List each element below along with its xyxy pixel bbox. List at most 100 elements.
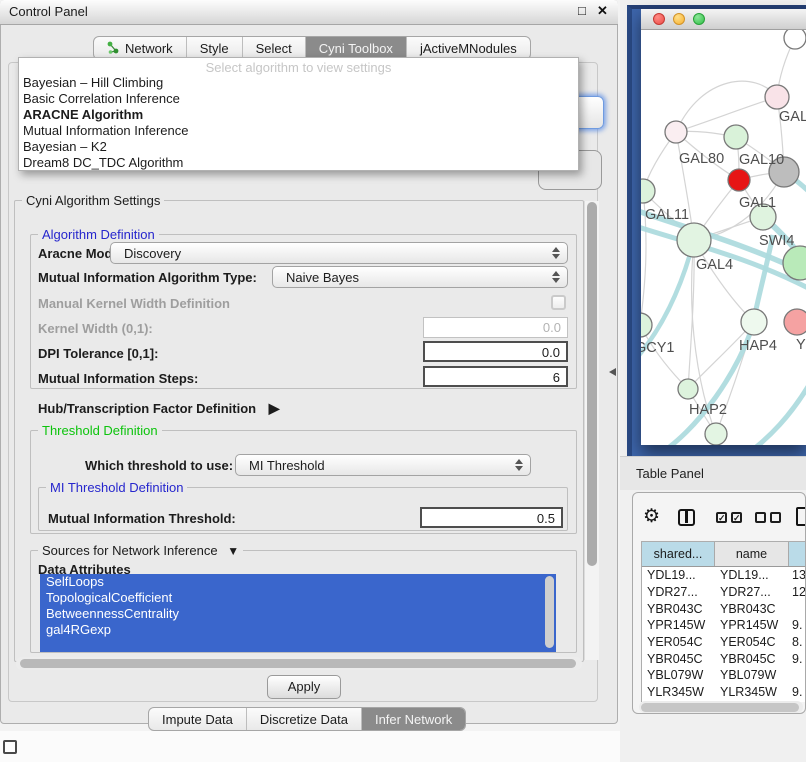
scrollbar-thumb[interactable] xyxy=(641,703,799,712)
control-panel-titlebar: Control Panel □ ✕ xyxy=(0,0,618,25)
node[interactable] xyxy=(641,313,652,337)
node[interactable] xyxy=(678,379,698,399)
network-tab-icon xyxy=(107,41,120,55)
tab-style[interactable]: Style xyxy=(187,37,243,59)
node[interactable] xyxy=(765,85,789,109)
scrollbar-thumb[interactable] xyxy=(20,659,576,668)
node-label: GAL1 xyxy=(739,195,776,211)
cell: 9. xyxy=(789,685,806,699)
checked-box-icon[interactable]: ✓ xyxy=(716,512,727,523)
column-header[interactable]: A xyxy=(789,542,806,566)
algorithm-option-selected[interactable]: ARACNE Algorithm xyxy=(19,107,578,123)
attribute-item[interactable]: BetweennessCentrality xyxy=(40,606,556,622)
tab-cyni-toolbox[interactable]: Cyni Toolbox xyxy=(306,37,407,59)
column-header[interactable]: name xyxy=(715,542,789,566)
hub-expander[interactable]: Hub/Transcription Factor Definition ▶ xyxy=(38,400,280,417)
column-header[interactable]: shared... xyxy=(642,542,715,566)
sources-title: Sources for Network Inference xyxy=(42,543,218,558)
apply-button[interactable]: Apply xyxy=(267,675,341,699)
node[interactable] xyxy=(641,179,655,203)
node[interactable] xyxy=(741,309,767,335)
node-label: HAP4 xyxy=(739,338,777,354)
float-icon[interactable]: □ xyxy=(578,3,586,18)
aracne-mode-select[interactable]: Discovery xyxy=(110,242,568,264)
table-panel-title: Table Panel xyxy=(636,466,704,481)
group-title: Algorithm Definition xyxy=(38,227,159,242)
tab-label: Discretize Data xyxy=(260,712,348,727)
tab-discretize-data[interactable]: Discretize Data xyxy=(247,708,362,730)
algorithm-option[interactable]: Bayesian – Hill Climbing xyxy=(19,75,578,91)
attribute-item[interactable]: TopologicalCoefficient xyxy=(40,590,556,606)
settings-vertical-scrollbar[interactable] xyxy=(584,201,599,660)
dpi-tolerance-field[interactable]: 0.0 xyxy=(423,341,568,362)
table-row[interactable]: YDR27... YDR27... 12 xyxy=(642,584,806,601)
node[interactable] xyxy=(784,30,806,49)
table-row[interactable]: YBL079W YBL079W xyxy=(642,667,806,684)
node[interactable] xyxy=(665,121,687,143)
node[interactable] xyxy=(728,169,750,191)
table-row[interactable]: YPR145W YPR145W 9. xyxy=(642,617,806,634)
mi-type-select[interactable]: Naive Bayes xyxy=(272,266,568,288)
expander-down-icon: ▼ xyxy=(227,544,239,558)
mi-threshold-field[interactable]: 0.5 xyxy=(420,507,563,528)
list-scrollbar[interactable] xyxy=(545,576,554,648)
algorithm-option[interactable]: Basic Correlation Inference xyxy=(19,91,578,107)
mi-type-label: Mutual Information Algorithm Type: xyxy=(38,270,257,285)
traffic-light-minimize-icon[interactable] xyxy=(673,13,685,25)
tab-label: Select xyxy=(256,41,292,56)
mi-steps-field[interactable]: 6 xyxy=(423,366,568,387)
manual-kernel-label: Manual Kernel Width Definition xyxy=(38,296,230,311)
attribute-item[interactable]: SelfLoops xyxy=(40,574,556,590)
tab-select[interactable]: Select xyxy=(243,37,306,59)
table-row[interactable]: YBR045C YBR045C 9. xyxy=(642,650,806,667)
algorithm-option[interactable]: Bayesian – K2 xyxy=(19,139,578,155)
combo-value: Discovery xyxy=(124,246,181,261)
scrollbar-thumb[interactable] xyxy=(587,202,597,566)
unchecked-box-icon[interactable] xyxy=(770,512,781,523)
tab-infer-network[interactable]: Infer Network xyxy=(362,708,465,730)
algorithm-option[interactable]: Dream8 DC_TDC Algorithm xyxy=(19,155,578,171)
tab-label: Impute Data xyxy=(162,712,233,727)
tab-impute-data[interactable]: Impute Data xyxy=(149,708,247,730)
traffic-light-zoom-icon[interactable] xyxy=(693,13,705,25)
node-label: GCY1 xyxy=(641,340,675,356)
cell: YPR145W xyxy=(715,618,789,632)
table-row[interactable]: YDL19... YDL19... 13 xyxy=(642,567,806,584)
tab-network[interactable]: Network xyxy=(94,37,187,59)
kernel-width-field[interactable]: 0.0 xyxy=(423,317,568,338)
settings-horizontal-scrollbar[interactable] xyxy=(16,657,582,670)
cell: YBR045C xyxy=(715,652,789,666)
table-horizontal-scrollbar[interactable] xyxy=(639,701,803,713)
traffic-light-close-icon[interactable] xyxy=(653,13,665,25)
attribute-item[interactable]: gal4RGexp xyxy=(40,622,556,638)
node[interactable] xyxy=(724,125,748,149)
cell: 8. xyxy=(789,635,806,649)
sources-expander[interactable]: Sources for Network Inference ▼ xyxy=(38,543,243,558)
table-icon[interactable] xyxy=(796,507,806,526)
column-layout-icon[interactable] xyxy=(678,509,695,526)
mi-steps-label: Mutual Information Steps: xyxy=(38,371,198,386)
manual-kernel-checkbox[interactable] xyxy=(551,295,566,310)
table-row[interactable]: YER054C YER054C 8. xyxy=(642,634,806,651)
node[interactable] xyxy=(677,223,711,257)
spinner-icon xyxy=(552,271,560,283)
node[interactable] xyxy=(705,423,727,445)
close-icon[interactable]: ✕ xyxy=(597,3,608,19)
unchecked-box-icon[interactable] xyxy=(755,512,766,523)
bottom-background xyxy=(0,731,620,762)
collapsed-panel-icon[interactable] xyxy=(3,740,17,754)
mouse-cursor xyxy=(609,368,616,376)
kernel-width-label: Kernel Width (0,1): xyxy=(38,321,153,336)
tab-jactivemnodules[interactable]: jActiveMNodules xyxy=(407,37,530,59)
table-row[interactable]: YBR043C YBR043C xyxy=(642,600,806,617)
dpi-tolerance-label: DPI Tolerance [0,1]: xyxy=(38,346,158,361)
table-row[interactable]: YLR345W YLR345W 9. xyxy=(642,684,806,701)
cell: 12 xyxy=(789,585,806,599)
checked-box-icon[interactable]: ✓ xyxy=(731,512,742,523)
node-label: GAL11 xyxy=(645,207,689,223)
cell: YBL079W xyxy=(642,668,715,682)
algorithm-option[interactable]: Mutual Information Inference xyxy=(19,123,578,139)
gear-icon[interactable]: ⚙ xyxy=(643,505,660,528)
which-threshold-select[interactable]: MI Threshold xyxy=(235,454,531,476)
node[interactable] xyxy=(784,309,806,335)
